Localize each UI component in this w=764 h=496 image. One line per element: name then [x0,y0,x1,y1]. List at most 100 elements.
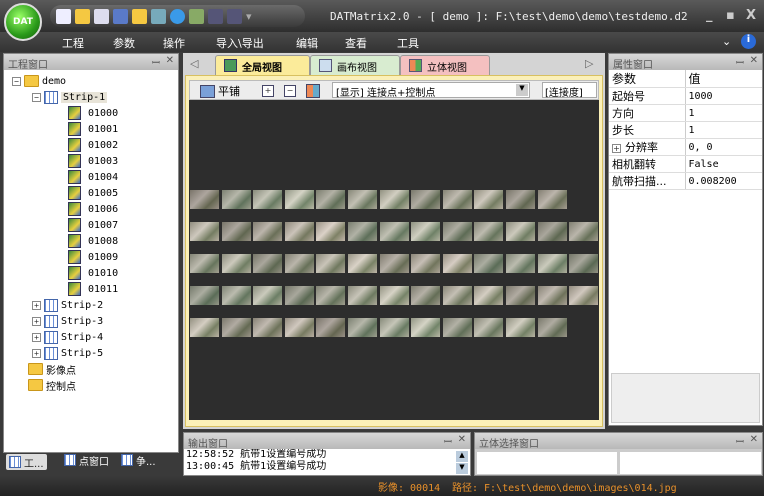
image-tile[interactable] [442,318,472,337]
image-tile[interactable] [316,254,346,273]
image-tile[interactable] [379,286,409,305]
image-tile[interactable] [537,190,567,209]
image-tile[interactable] [190,254,219,273]
tab-scroll-right-icon[interactable]: ▷ [585,57,593,70]
zoom-out-button[interactable]: − [284,85,296,97]
image-tile[interactable] [506,254,535,273]
image-tile[interactable] [190,318,219,337]
open-icon[interactable] [75,8,90,24]
tree-item-image[interactable]: 01010 [68,265,118,281]
property-value[interactable]: False [685,155,762,173]
image-tile[interactable] [474,222,504,241]
property-row[interactable]: + 分辨率 0, 0 [609,138,762,156]
right-image-slot[interactable] [620,452,761,474]
maximize-icon[interactable]: ▪ [726,8,735,23]
menu-project[interactable]: 工程 [62,35,84,51]
connectivity-button[interactable]: [连接度] [542,82,597,99]
tree-item-image[interactable]: 01005 [68,185,118,201]
tab-other[interactable]: 争... [121,452,156,468]
tree-item-image[interactable]: 01003 [68,153,118,169]
redo-icon[interactable] [227,8,242,24]
image-tile[interactable] [442,254,472,273]
menu-view[interactable]: 查看 [345,35,367,51]
image-tile[interactable] [348,190,377,209]
tab-project[interactable]: 工... [6,454,47,470]
image-tile[interactable] [537,318,567,337]
close-icon[interactable]: ✕ [750,55,758,66]
tree-item-root[interactable]: − demo [12,73,66,89]
property-value[interactable]: 0, 0 [685,138,762,156]
image-tile[interactable] [253,254,283,273]
image-tile[interactable] [442,222,472,241]
property-row[interactable]: 方向 1 [609,104,762,122]
image-tile[interactable] [284,222,314,241]
refresh-icon[interactable] [170,8,185,24]
image-viewport[interactable] [189,100,599,420]
property-value[interactable]: 1000 [685,87,762,105]
tree-item-strip[interactable]: + Strip-4 [32,329,103,345]
image-tile[interactable] [253,190,283,209]
tree-item-image[interactable]: 01009 [68,249,118,265]
image-tile[interactable] [221,286,251,305]
menu-operate[interactable]: 操作 [163,35,185,51]
pin-icon[interactable]: ꟷ [736,55,744,69]
tree-item-image[interactable]: 01011 [68,281,118,297]
image-tile[interactable] [506,318,535,337]
tab-canvas-view[interactable]: 画布视图 [310,55,400,75]
tree-item-image[interactable]: 01001 [68,121,118,137]
tree-item-image[interactable]: 01000 [68,105,118,121]
image-tile[interactable] [253,318,283,337]
menu-edit[interactable]: 编辑 [296,35,318,51]
collapse-icon[interactable]: − [32,92,41,102]
tree-item-image-points[interactable]: 影像点 [28,361,76,377]
menu-import-export[interactable]: 导入\导出 [216,35,264,51]
image-tile[interactable] [348,286,377,305]
tree-item-strip[interactable]: + Strip-5 [32,345,103,361]
image-tile[interactable] [411,318,441,337]
menu-params[interactable]: 参数 [113,35,135,51]
image-tile[interactable] [379,254,409,273]
fit-view-icon[interactable] [306,84,320,98]
tree-item-image[interactable]: 01008 [68,233,118,249]
image-tile[interactable] [569,254,599,273]
image-tile[interactable] [221,318,251,337]
tree-item-image[interactable]: 01002 [68,137,118,153]
image-tile[interactable] [506,286,535,305]
display-select[interactable]: [显示] 连接点+控制点 ▼ [332,82,530,99]
tree-item-image[interactable]: 01004 [68,169,118,185]
image-tile[interactable] [537,286,567,305]
image-tile[interactable] [316,222,346,241]
save-icon[interactable] [113,8,128,24]
image-tile[interactable] [221,190,251,209]
property-value[interactable]: 0.008200 [685,172,762,190]
image-tile[interactable] [474,286,504,305]
property-value[interactable]: 1 [685,104,762,122]
image-tile[interactable] [442,286,472,305]
image-tile[interactable] [379,190,409,209]
expand-icon[interactable]: + [612,144,621,153]
ribbon-collapse-icon[interactable]: ⌄ [722,35,731,48]
scroll-up-button[interactable]: ▲ [456,451,468,462]
tile-button[interactable]: 平铺 [200,83,240,99]
image-tile[interactable] [442,190,472,209]
image-tile[interactable] [190,222,219,241]
image-tile[interactable] [316,318,346,337]
image-tile[interactable] [190,190,219,209]
image-tile[interactable] [379,318,409,337]
image-tile[interactable] [411,254,441,273]
customize-icon[interactable]: ▾ [246,10,252,23]
image-tile[interactable] [284,190,314,209]
pin-icon[interactable]: ꟷ [444,434,452,448]
image-tile[interactable] [221,254,251,273]
image-tile[interactable] [411,222,441,241]
add-file-icon[interactable] [94,8,109,24]
left-image-slot[interactable] [477,452,617,474]
pin-icon[interactable]: ꟷ [736,434,744,448]
folder-icon[interactable] [132,8,147,24]
property-value[interactable]: 1 [685,121,762,139]
pin-icon[interactable]: ꟷ [152,55,160,69]
image-tile[interactable] [506,222,535,241]
close-icon[interactable]: ✕ [458,434,466,445]
info-icon[interactable]: i [741,34,756,49]
expand-icon[interactable]: + [32,316,41,326]
